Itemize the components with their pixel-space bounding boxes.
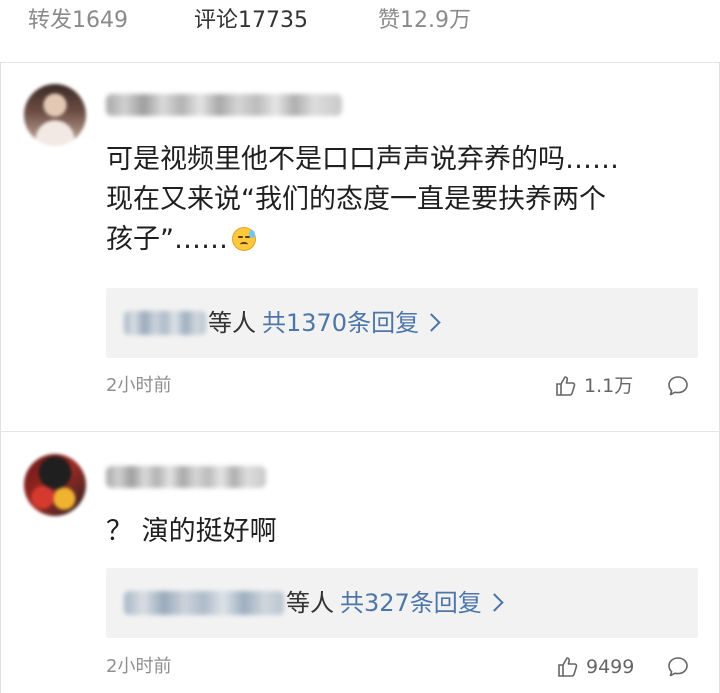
tab-reposts[interactable]: 转发1649 bbox=[28, 4, 128, 38]
comment-item: ？ 演的挺好啊 等人 共327条回复 2小时前 9499 bbox=[0, 432, 720, 693]
comment-text-line: ？ 演的挺好啊 bbox=[106, 516, 277, 547]
reply-usernames-blurred bbox=[124, 311, 206, 335]
comment-icon[interactable] bbox=[666, 374, 690, 398]
reply-usernames-blurred bbox=[124, 591, 284, 615]
avatar[interactable] bbox=[24, 454, 86, 516]
comment-text-line: 可是视频里他不是口口声声说弃养的吗…… bbox=[106, 144, 619, 175]
comment-text-line-content: 孩子”…… bbox=[106, 224, 228, 255]
like-count: 1.1万 bbox=[584, 375, 634, 397]
reply-suffix: 等人 bbox=[286, 589, 334, 617]
comment-text: 可是视频里他不是口口声声说弃养的吗…… 现在又来说“我们的态度一直是要扶养两个 … bbox=[106, 140, 619, 260]
comment-tabs: 转发1649 评论17735 赞12.9万 bbox=[0, 0, 720, 63]
username-blurred[interactable] bbox=[106, 466, 266, 488]
chevron-right-icon bbox=[422, 313, 441, 332]
comment-icon[interactable] bbox=[666, 655, 690, 679]
username-blurred[interactable] bbox=[106, 94, 342, 116]
reply-count-link[interactable]: 共327条回复 bbox=[340, 589, 482, 617]
reply-summary[interactable]: 等人 共327条回复 bbox=[286, 586, 504, 620]
like-count: 9499 bbox=[586, 656, 635, 678]
chevron-right-icon bbox=[485, 593, 504, 612]
comment-item: 可是视频里他不是口口声声说弃养的吗…… 现在又来说“我们的态度一直是要扶养两个 … bbox=[0, 62, 720, 430]
thumbs-up-icon[interactable] bbox=[556, 655, 580, 679]
comment-time: 2小时前 bbox=[106, 656, 172, 677]
comment-time: 2小时前 bbox=[106, 375, 172, 396]
reply-suffix: 等人 bbox=[208, 309, 256, 337]
reply-count-link[interactable]: 共1370条回复 bbox=[262, 309, 419, 337]
comment-text-line: 孩子”…… bbox=[106, 220, 619, 260]
reply-summary[interactable]: 等人 共1370条回复 bbox=[208, 306, 441, 340]
tab-comments[interactable]: 评论17735 bbox=[194, 4, 308, 38]
avatar[interactable] bbox=[24, 84, 86, 146]
thumbs-up-icon[interactable] bbox=[554, 374, 578, 398]
comment-text-line: 现在又来说“我们的态度一直是要扶养两个 bbox=[106, 184, 606, 215]
sweat-face-icon bbox=[232, 227, 256, 251]
reply-preview[interactable]: 等人 共1370条回复 bbox=[106, 288, 698, 358]
reply-preview[interactable]: 等人 共327条回复 bbox=[106, 568, 698, 638]
tab-likes[interactable]: 赞12.9万 bbox=[378, 4, 471, 38]
comment-text: ？ 演的挺好啊 bbox=[106, 512, 277, 552]
